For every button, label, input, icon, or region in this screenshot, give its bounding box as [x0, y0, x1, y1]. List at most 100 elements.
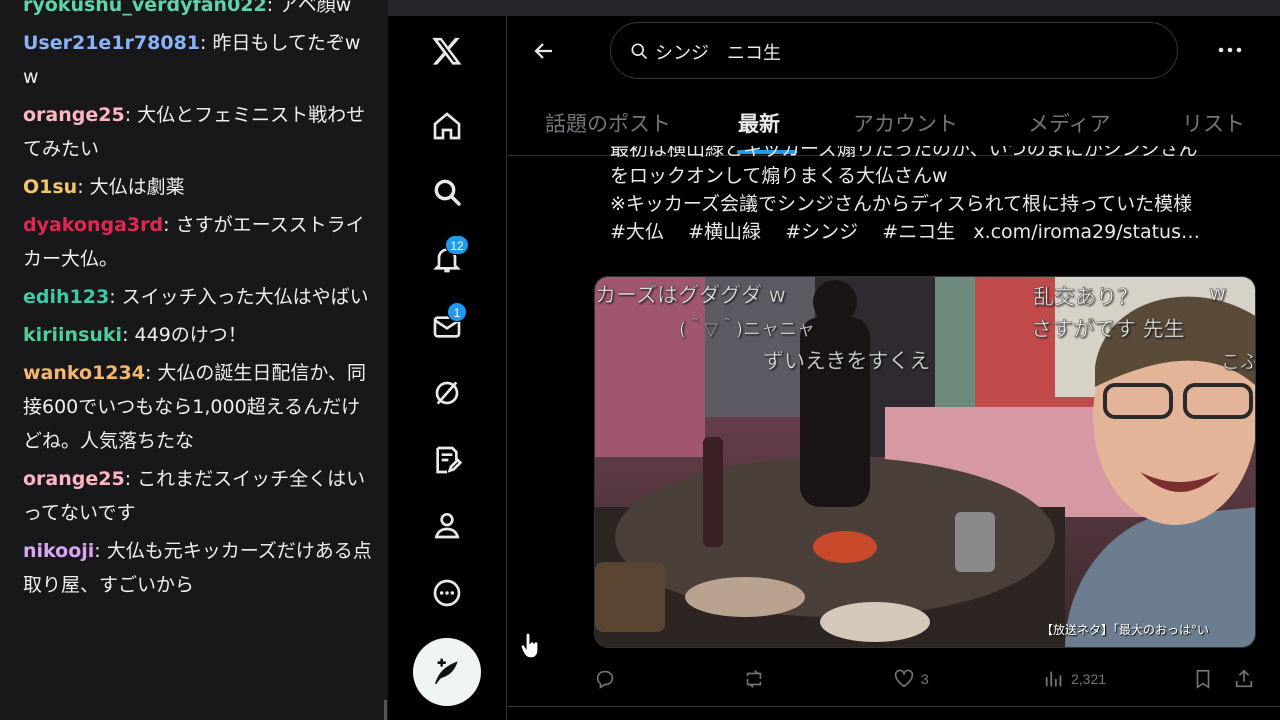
x-logo-icon[interactable] — [426, 30, 468, 72]
feather-plus-icon — [435, 658, 458, 684]
chat-separator: : — [124, 468, 138, 490]
chat-text: アベ顔w — [279, 0, 352, 16]
hand-cursor-icon — [520, 632, 539, 659]
chat-username[interactable]: kiriinsuki — [23, 324, 122, 346]
tweet-body: 最初は横山緑とキッカーズ煽りだったのが、いつのまにかシンジさん をロックオンして… — [610, 146, 1260, 246]
tweet-line: をロックオンして煽りまくる大仏さんw — [610, 165, 948, 187]
comment-overlay: こふ — [1221, 351, 1256, 374]
chat-separator: : — [266, 0, 280, 16]
divider — [507, 706, 1280, 707]
tweet-line: 最初は横山緑とキッカーズ煽りだったのが、いつのまにかシンジさん — [610, 146, 1198, 160]
comment-overlay: カーズはグダグダ w — [595, 283, 786, 308]
comment-overlay: w — [1209, 281, 1227, 306]
chat-message: wanko1234: 大仏の誕生日配信か、同接600でいつもなら1,000超える… — [23, 356, 373, 458]
chat-username[interactable]: ryokushu_verdyfan022 — [23, 0, 267, 16]
tab-latest[interactable]: 最新 — [738, 108, 780, 138]
tweet-hashtag-line: #大仏 #横山緑 #シンジ #ニコ生 x.com/iroma29/status… — [610, 218, 1260, 246]
chat-username[interactable]: O1su — [23, 176, 77, 198]
more-circle-icon[interactable] — [426, 572, 468, 614]
reply-button[interactable] — [594, 664, 616, 694]
notifications-badge: 12 — [445, 235, 469, 255]
chat-username[interactable]: dyakonga3rd — [23, 214, 163, 236]
chat-text: 449のけつ！ — [134, 324, 247, 346]
chat-message-list: ryokushu_verdyfan022: アベ顔w User21e1r78081… — [23, 0, 373, 606]
hashtag-link[interactable]: #シンジ — [785, 221, 858, 243]
chat-separator: : — [109, 286, 122, 308]
x-window: 12 1 シンジ ニコ生 話題のポスト 最新 アカウント メディア リスト 最初… — [388, 0, 1280, 720]
chat-message: orange25: 大仏とフェミニスト戦わせてみたい — [23, 98, 373, 166]
search-results-column: シンジ ニコ生 話題のポスト 最新 アカウント メディア リスト 最初は横山緑と… — [506, 16, 1280, 720]
chat-message: ryokushu_verdyfan022: アベ顔w — [23, 0, 373, 22]
status-url-link[interactable]: x.com/iroma29/status… — [973, 221, 1200, 243]
ellipsis-icon — [1218, 47, 1242, 53]
explore-search-icon[interactable] — [426, 171, 468, 213]
share-button[interactable] — [1233, 664, 1255, 694]
comment-overlay: さすがです 先生 — [1031, 317, 1185, 342]
chat-panel: ryokushu_verdyfan022: アベ顔w User21e1r78081… — [0, 0, 388, 720]
chat-message: orange25: これまだスイッチ全くはいってないです — [23, 462, 373, 530]
chat-separator: : — [163, 214, 176, 236]
hashtag-link[interactable]: #横山緑 — [688, 221, 761, 243]
chat-username[interactable]: nikooji — [23, 540, 94, 562]
back-arrow-button[interactable] — [529, 36, 559, 66]
profile-icon[interactable] — [426, 504, 468, 546]
chat-separator: : — [200, 32, 213, 54]
tweet-line: ※キッカーズ会議でシンジさんからディスられて根に持っていた模様 — [610, 193, 1193, 215]
grok-icon[interactable] — [426, 372, 468, 414]
chat-separator: : — [94, 540, 107, 562]
comment-overlay: ずいえきをすくえ — [763, 349, 931, 374]
chat-message: edih123: スイッチ入った大仏はやばい — [23, 280, 373, 314]
chat-separator: : — [144, 362, 158, 384]
chat-separator: : — [124, 104, 138, 126]
chat-message: dyakonga3rd: さすがエースストライカー大仏。 — [23, 208, 373, 276]
view-count: 2,321 — [1071, 671, 1107, 687]
repost-button[interactable] — [743, 664, 765, 694]
hashtag-link[interactable]: #ニコ生 — [882, 221, 955, 243]
tab-top[interactable]: 話題のポスト — [545, 108, 671, 138]
tab-lists[interactable]: リスト — [1182, 108, 1245, 138]
messages-badge: 1 — [447, 302, 467, 322]
bookmark-icon — [1196, 669, 1210, 689]
tweet-video-thumbnail[interactable]: カーズはグダグダ w (＾▽＾)ニャニャ ずいえきをすくえ 乱交あり？ w さす… — [594, 276, 1256, 648]
chat-message: User21e1r78081: 昨日もしてたぞww — [23, 26, 373, 94]
back-arrow-icon — [534, 43, 552, 59]
search-box[interactable]: シンジ ニコ生 — [610, 22, 1178, 79]
tab-people[interactable]: アカウント — [853, 108, 958, 138]
chat-username[interactable]: orange25 — [23, 104, 125, 126]
home-icon[interactable] — [426, 105, 468, 147]
chat-text: スイッチ入った大仏はやばい — [121, 286, 369, 308]
side-navigation: 12 1 — [388, 16, 506, 720]
lists-icon[interactable] — [426, 439, 468, 481]
heart-icon — [894, 669, 914, 688]
video-caption: 【放送ネタ】「最大のおっは°い — [1041, 623, 1210, 637]
comment-overlay: (＾▽＾)ニャニャ — [679, 319, 815, 341]
comment-overlay: 乱交あり？ — [1033, 285, 1139, 310]
chat-username[interactable]: wanko1234 — [23, 362, 145, 384]
analytics-bars-icon — [1045, 671, 1062, 687]
search-icon — [631, 43, 648, 60]
like-count: 3 — [921, 671, 929, 687]
chat-text: 大仏は劇薬 — [89, 176, 185, 198]
chat-message: O1su: 大仏は劇薬 — [23, 170, 373, 204]
bookmark-button[interactable] — [1192, 664, 1214, 694]
like-button[interactable]: 3 — [893, 664, 929, 694]
chat-username[interactable]: edih123 — [23, 286, 109, 308]
repost-icon — [746, 670, 762, 688]
window-top-bar — [388, 0, 1280, 16]
chat-username[interactable]: orange25 — [23, 468, 125, 490]
more-options-button[interactable] — [1215, 38, 1245, 62]
reply-icon — [596, 670, 614, 689]
views-button[interactable]: 2,321 — [1043, 664, 1106, 694]
tab-media[interactable]: メディア — [1028, 108, 1111, 138]
chat-message: nikooji: 大仏も元キッカーズだけある点取り屋、すごいから — [23, 534, 373, 602]
chat-username[interactable]: User21e1r78081 — [23, 32, 200, 54]
hashtag-link[interactable]: #大仏 — [610, 221, 664, 243]
compose-post-button[interactable] — [413, 638, 481, 706]
search-input[interactable]: シンジ ニコ生 — [655, 39, 781, 65]
chat-separator: : — [77, 176, 90, 198]
share-icon — [1235, 669, 1253, 688]
chat-separator: : — [122, 324, 135, 346]
chat-scrollbar[interactable] — [384, 700, 387, 720]
chat-message: kiriinsuki: 449のけつ！ — [23, 318, 373, 352]
tweet-actions: 3 2,321 — [507, 664, 1280, 694]
